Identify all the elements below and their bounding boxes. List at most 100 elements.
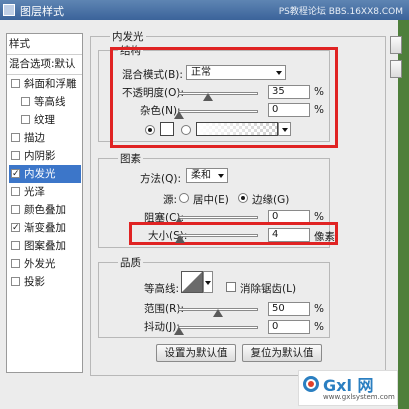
opacity-input[interactable]: 35 [268, 85, 310, 99]
source-center-radio[interactable] [179, 193, 189, 203]
anti-alias-label: 消除锯齿(L) [240, 283, 297, 295]
styles-header[interactable]: 样式 [9, 35, 81, 53]
style-item-inner-shadow[interactable]: 内阴影 [9, 147, 81, 165]
source-edge-label: 边缘(G) [252, 194, 290, 206]
checkbox[interactable] [11, 219, 20, 237]
ok-button[interactable] [390, 36, 402, 54]
choke-slider[interactable] [178, 216, 258, 219]
anti-alias-checkbox[interactable] [226, 282, 236, 292]
style-item-label: 斜面和浮雕 [24, 78, 77, 90]
quality-title: 品质 [118, 255, 143, 270]
source-edge-radio[interactable] [238, 193, 248, 203]
size-input[interactable]: 4 [268, 228, 310, 242]
background-strip [398, 20, 409, 409]
logo-icon [303, 376, 319, 392]
app-icon [3, 4, 15, 16]
style-item-satin[interactable]: 光泽 [9, 183, 81, 201]
checkbox[interactable] [11, 241, 20, 250]
blend-mode-select[interactable]: 正常 [186, 65, 286, 80]
style-item-pattern-overlay[interactable]: 图案叠加 [9, 237, 81, 255]
checkbox[interactable] [11, 205, 20, 214]
opacity-slider[interactable] [178, 92, 258, 95]
style-item-stroke[interactable]: 描边 [9, 129, 81, 147]
contour-curve-icon [182, 272, 202, 292]
style-item-bevel-emboss[interactable]: 斜面和浮雕 [9, 75, 81, 93]
opacity-label: 不透明度(O): [122, 87, 184, 99]
title-bar: 图层样式 PS教程论坛 BBS.16XX8.COM [0, 0, 409, 21]
checkbox[interactable] [11, 259, 20, 268]
style-item-label: 颜色叠加 [24, 204, 66, 216]
contour-label: 等高线: [144, 283, 180, 295]
style-item-label: 内阴影 [24, 150, 56, 162]
style-item-label: 渐变叠加 [24, 222, 66, 234]
size-slider[interactable] [178, 234, 258, 237]
style-item-outer-glow[interactable]: 外发光 [9, 255, 81, 273]
blend-mode-label: 混合模式(B): [122, 69, 183, 81]
source-label: 源: [163, 194, 178, 206]
logo-site: www.gxlsystem.com [323, 393, 395, 401]
technique-select[interactable]: 柔和 [186, 168, 228, 183]
style-item-label: 内发光 [24, 168, 56, 180]
range-slider-handle[interactable] [213, 309, 223, 317]
gradient-dropdown[interactable] [278, 122, 291, 136]
checkbox[interactable] [11, 151, 20, 160]
checkbox[interactable] [11, 187, 20, 196]
style-item-label: 等高线 [34, 96, 66, 108]
chevron-down-icon [205, 281, 211, 285]
checkbox[interactable] [11, 79, 20, 88]
site-logo: Gxl 网 www.gxlsystem.com [298, 370, 398, 406]
chevron-down-icon [218, 174, 224, 178]
cancel-button[interactable] [390, 60, 402, 78]
style-item-label: 图案叠加 [24, 240, 66, 252]
reset-default-button[interactable]: 复位为默认值 [242, 344, 322, 362]
chevron-down-icon [276, 71, 282, 75]
checkbox[interactable] [21, 97, 30, 106]
contour-dropdown[interactable] [203, 271, 213, 293]
glow-gradient-picker[interactable] [196, 122, 278, 136]
glow-color-swatch[interactable] [160, 122, 174, 136]
checkbox[interactable] [11, 165, 20, 183]
style-item-label: 外发光 [24, 258, 56, 270]
style-item-color-overlay[interactable]: 颜色叠加 [9, 201, 81, 219]
style-list: 样式 混合选项:默认 斜面和浮雕 等高线 纹理 描边 内阴影 内发光 光泽 颜色… [6, 33, 83, 373]
checkbox[interactable] [11, 133, 20, 142]
blend-options-item[interactable]: 混合选项:默认 [9, 55, 81, 73]
set-default-button[interactable]: 设置为默认值 [156, 344, 236, 362]
style-item-inner-glow[interactable]: 内发光 [9, 165, 81, 183]
blend-mode-value: 正常 [191, 67, 211, 78]
noise-unit: % [314, 104, 324, 116]
technique-value: 柔和 [191, 170, 211, 181]
style-item-texture[interactable]: 纹理 [9, 111, 81, 129]
noise-slider[interactable] [178, 110, 258, 113]
style-item-drop-shadow[interactable]: 投影 [9, 273, 81, 291]
chevron-down-icon [282, 128, 288, 132]
opacity-unit: % [314, 86, 324, 98]
style-item-contour[interactable]: 等高线 [9, 93, 81, 111]
style-item-label: 描边 [24, 132, 45, 144]
glow-color-radio[interactable] [145, 125, 155, 135]
noise-slider-handle[interactable] [174, 111, 184, 119]
jitter-input[interactable]: 0 [268, 320, 310, 334]
range-input[interactable]: 50 [268, 302, 310, 316]
size-slider-handle[interactable] [175, 235, 185, 243]
range-unit: % [314, 303, 324, 315]
checkbox[interactable] [21, 115, 30, 124]
source-center-label: 居中(E) [193, 194, 229, 206]
window-title: 图层样式 [20, 5, 64, 18]
size-unit: 像素 [314, 231, 335, 243]
style-item-label: 投影 [24, 276, 45, 288]
panel-title: 内发光 [110, 29, 146, 44]
jitter-unit: % [314, 321, 324, 333]
jitter-slider[interactable] [178, 326, 258, 329]
technique-label: 方法(Q): [140, 173, 181, 185]
glow-gradient-radio[interactable] [181, 125, 191, 135]
style-item-label: 纹理 [34, 114, 55, 126]
checkbox[interactable] [11, 277, 20, 286]
noise-input[interactable]: 0 [268, 103, 310, 117]
opacity-slider-handle[interactable] [203, 93, 213, 101]
contour-preview[interactable] [181, 271, 203, 293]
style-item-gradient-overlay[interactable]: 渐变叠加 [9, 219, 81, 237]
watermark-text: PS教程论坛 BBS.16XX8.COM [278, 7, 403, 17]
jitter-slider-handle[interactable] [174, 327, 184, 335]
elements-title: 图素 [118, 151, 143, 166]
